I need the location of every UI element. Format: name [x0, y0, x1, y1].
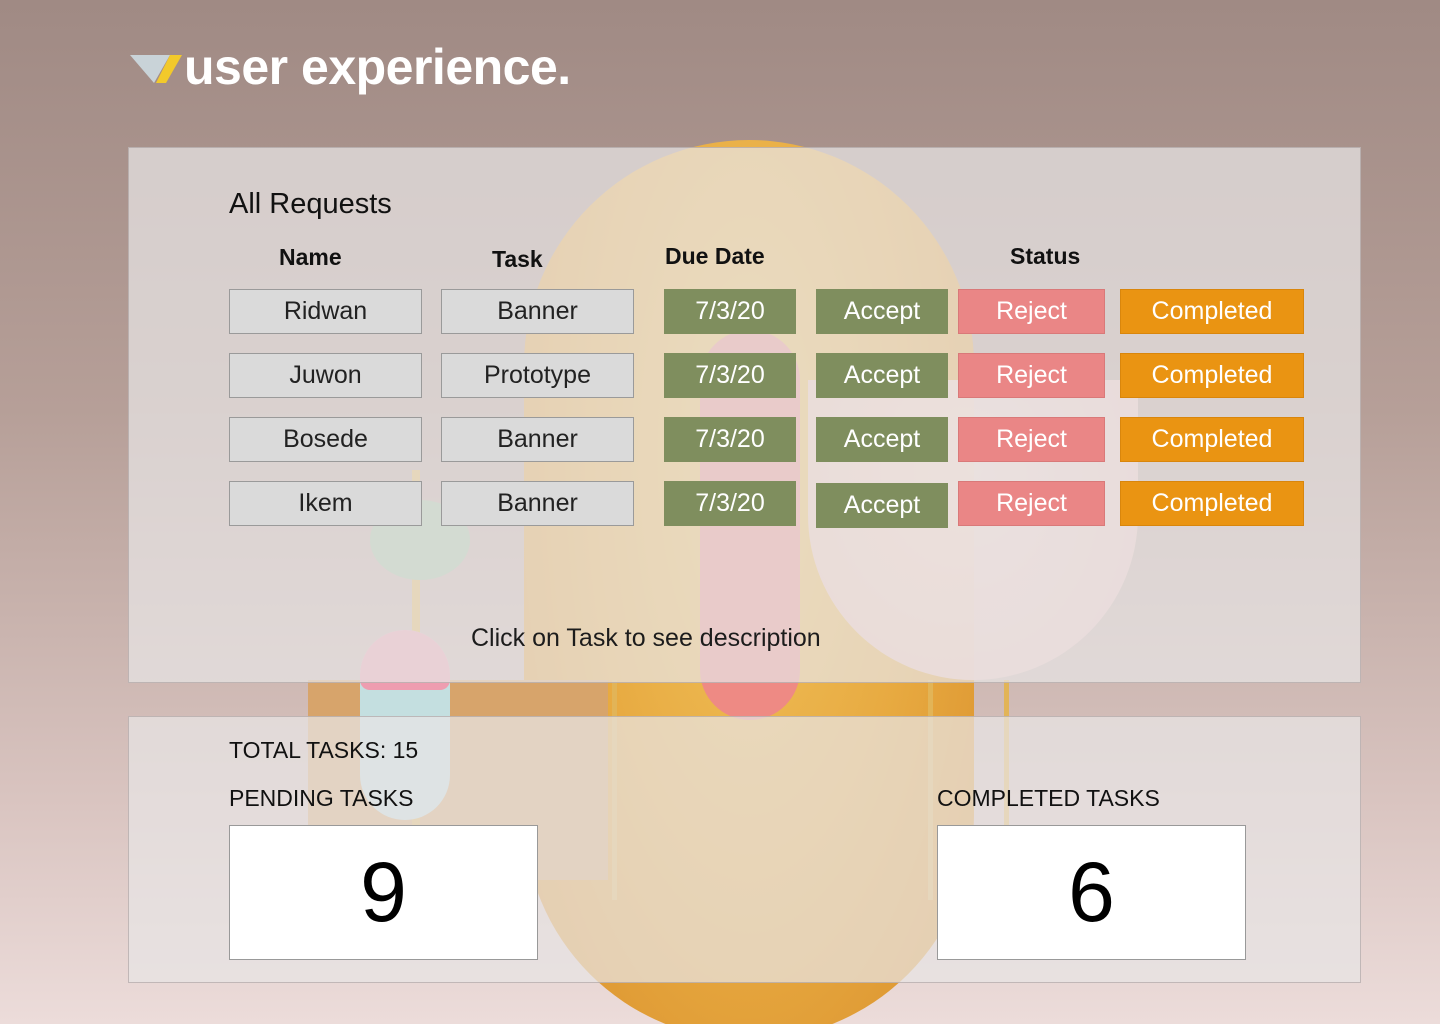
- completed-button[interactable]: Completed: [1120, 289, 1304, 334]
- row-name: Bosede: [229, 417, 422, 462]
- row-due-date: 7/3/20: [664, 289, 796, 334]
- summary-panel: TOTAL TASKS: 15 PENDING TASKS COMPLETED …: [128, 716, 1361, 983]
- accept-button[interactable]: Accept: [816, 483, 948, 528]
- row-due-date: 7/3/20: [664, 417, 796, 462]
- row-name: Juwon: [229, 353, 422, 398]
- accept-button[interactable]: Accept: [816, 353, 948, 398]
- reject-button[interactable]: Reject: [958, 417, 1105, 462]
- column-header-status: Status: [1010, 243, 1081, 269]
- reject-button[interactable]: Reject: [958, 481, 1105, 526]
- accept-button[interactable]: Accept: [816, 289, 948, 334]
- row-task-button[interactable]: Banner: [441, 481, 634, 526]
- completed-button[interactable]: Completed: [1120, 417, 1304, 462]
- brand-name: user experience.: [184, 39, 571, 95]
- column-header-name: Name: [279, 244, 342, 270]
- row-name: Ridwan: [229, 289, 422, 334]
- completed-tasks-count: 6: [937, 825, 1246, 960]
- column-header-task: Task: [492, 246, 543, 272]
- logo-icon: [130, 55, 182, 83]
- row-task-button[interactable]: Banner: [441, 289, 634, 334]
- completed-button[interactable]: Completed: [1120, 353, 1304, 398]
- reject-button[interactable]: Reject: [958, 353, 1105, 398]
- row-due-date: 7/3/20: [664, 481, 796, 526]
- brand-logo[interactable]: user experience.: [130, 38, 571, 96]
- pending-tasks-count: 9: [229, 825, 538, 960]
- row-name: Ikem: [229, 481, 422, 526]
- requests-panel: All Requests Name Task Due Date Status R…: [128, 147, 1361, 683]
- accept-button[interactable]: Accept: [816, 417, 948, 462]
- row-task-button[interactable]: Banner: [441, 417, 634, 462]
- section-title: All Requests: [229, 188, 392, 220]
- completed-tasks-label: COMPLETED TASKS: [937, 785, 1160, 811]
- completed-button[interactable]: Completed: [1120, 481, 1304, 526]
- total-tasks-label: TOTAL TASKS: 15: [229, 737, 419, 763]
- pending-tasks-label: PENDING TASKS: [229, 785, 414, 811]
- row-due-date: 7/3/20: [664, 353, 796, 398]
- task-hint-text: Click on Task to see description: [471, 624, 821, 652]
- row-task-button[interactable]: Prototype: [441, 353, 634, 398]
- reject-button[interactable]: Reject: [958, 289, 1105, 334]
- column-header-due-date: Due Date: [665, 243, 765, 269]
